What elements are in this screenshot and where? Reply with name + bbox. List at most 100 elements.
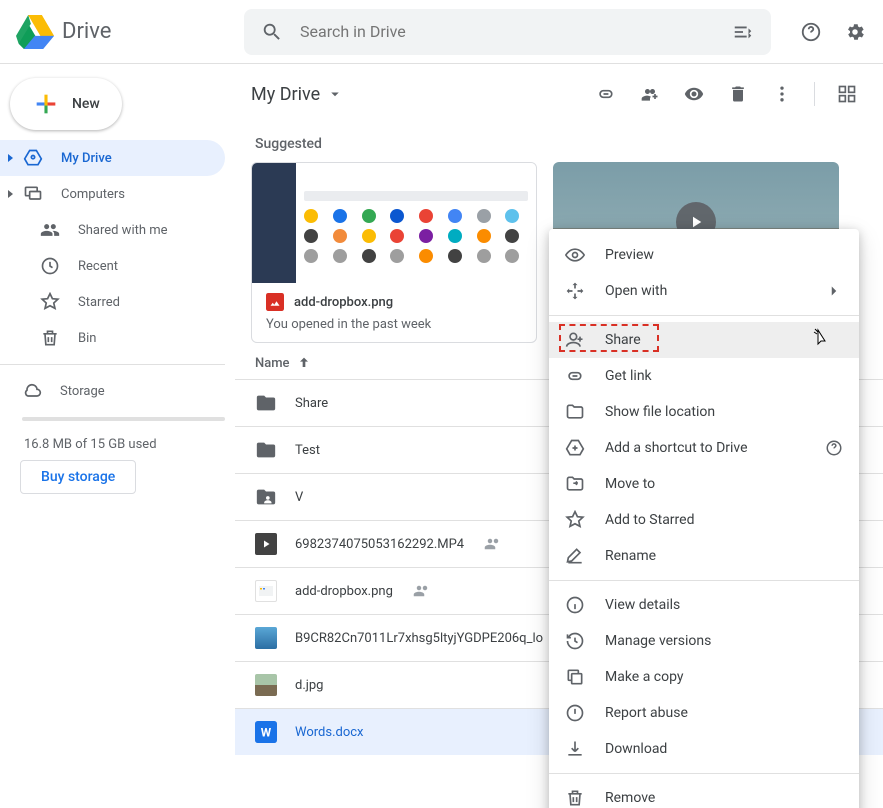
sidebar-item-label: Starred (78, 295, 120, 310)
clock-icon (40, 256, 60, 276)
file-type-icon (255, 486, 277, 508)
divider (0, 364, 225, 365)
drive-icon (23, 148, 43, 168)
folder-icon (565, 402, 585, 422)
ctx-item-label: Move to (605, 476, 655, 492)
breadcrumb-label: My Drive (251, 84, 320, 105)
expand-triangle-icon (8, 154, 13, 162)
ctx-item-open-with[interactable]: Open with (549, 273, 859, 309)
share-icon[interactable] (630, 74, 670, 114)
star-icon (40, 292, 60, 312)
ctx-item-label: Report abuse (605, 705, 688, 721)
ctx-item-download[interactable]: Download (549, 731, 859, 767)
file-name: B9CR82Cn7011Lr7xhsg5ltyjYGDPE206q_lo (295, 631, 543, 646)
separator (814, 82, 815, 106)
file-name: add-dropbox.png (295, 584, 393, 599)
drive-logo-icon (16, 13, 54, 51)
sidebar-item-recent[interactable]: Recent (0, 248, 225, 284)
file-name: 6982374075053162292.MP4 (295, 537, 464, 552)
ctx-item-view-details[interactable]: View details (549, 587, 859, 623)
ctx-item-share[interactable]: Share (549, 322, 859, 358)
ctx-item-report-abuse[interactable]: Report abuse (549, 695, 859, 731)
file-type-icon (255, 674, 277, 696)
ctx-item-label: Rename (605, 548, 656, 564)
info-icon (565, 595, 585, 615)
copy-icon (565, 667, 585, 687)
ctx-item-get-link[interactable]: Get link (549, 358, 859, 394)
context-menu: Preview Open with ShareGet linkShow file l… (549, 229, 859, 808)
shared-icon (484, 535, 502, 553)
sidebar-item-label: Recent (78, 259, 118, 274)
new-button[interactable]: New (10, 78, 122, 130)
trash-icon (40, 328, 60, 348)
more-icon[interactable] (762, 74, 802, 114)
link-icon (565, 366, 585, 386)
breadcrumb[interactable]: My Drive (251, 84, 344, 105)
history-icon (565, 631, 585, 651)
filter-icon[interactable] (723, 12, 763, 52)
ctx-item-add-to-starred[interactable]: Add to Starred (549, 502, 859, 538)
ctx-item-manage-versions[interactable]: Manage versions (549, 623, 859, 659)
move-icon (565, 474, 585, 494)
ctx-item-label: Download (605, 741, 667, 757)
sidebar-item-label: Bin (78, 331, 96, 346)
settings-icon[interactable] (835, 12, 875, 52)
search-icon[interactable] (252, 12, 292, 52)
plus-icon (32, 90, 60, 118)
file-type-icon: W (255, 721, 277, 743)
sidebar-item-label: Computers (61, 187, 125, 202)
menu-separator (549, 315, 859, 316)
ctx-item-label: Add to Starred (605, 512, 694, 528)
ctx-item-label: Preview (605, 247, 654, 263)
buy-storage-button[interactable]: Buy storage (20, 460, 136, 494)
file-type-icon (255, 627, 277, 649)
file-name: Test (295, 443, 320, 458)
people-icon (40, 220, 60, 240)
ctx-item-make-a-copy[interactable]: Make a copy (549, 659, 859, 695)
computers-icon (23, 184, 43, 204)
trash-icon (565, 788, 585, 808)
eye-icon (565, 245, 585, 265)
suggested-thumbnail (252, 163, 536, 283)
sidebar-item-storage[interactable]: Storage (0, 373, 225, 409)
file-type-icon (255, 580, 277, 602)
sidebar-item-bin[interactable]: Bin (0, 320, 225, 356)
app-name: Drive (62, 19, 111, 44)
get-link-icon[interactable] (586, 74, 626, 114)
download-icon (565, 739, 585, 759)
view-grid-icon[interactable] (827, 74, 867, 114)
storage-bar (22, 417, 225, 421)
ctx-item-rename[interactable]: Rename (549, 538, 859, 574)
menu-separator (549, 580, 859, 581)
ctx-item-label: Remove (605, 790, 655, 806)
help-icon (825, 439, 843, 457)
star-icon (565, 510, 585, 530)
sidebar-item-starred[interactable]: Starred (0, 284, 225, 320)
chevron-right-icon (825, 282, 843, 300)
sidebar-item-my-drive[interactable]: My Drive (0, 140, 225, 176)
list-header-name: Name (255, 356, 290, 371)
help-icon[interactable] (791, 12, 831, 52)
ctx-item-preview[interactable]: Preview (549, 237, 859, 273)
person-add-icon (565, 330, 585, 350)
preview-icon[interactable] (674, 74, 714, 114)
ctx-item-remove[interactable]: Remove (549, 780, 859, 808)
sidebar-item-shared-with-me[interactable]: Shared with me (0, 212, 225, 248)
file-type-icon (255, 392, 277, 414)
expand-triangle-icon (8, 190, 13, 198)
ctx-item-add-a-shortcut-to-drive[interactable]: Add a shortcut to Drive (549, 430, 859, 466)
ctx-item-show-file-location[interactable]: Show file location (549, 394, 859, 430)
search-input[interactable] (292, 22, 723, 41)
file-name: V (295, 490, 303, 505)
ctx-item-label: Open with (605, 283, 667, 299)
file-name: Words.docx (295, 725, 364, 740)
sidebar-item-label: My Drive (61, 151, 112, 166)
suggested-title: add-dropbox.png (294, 295, 393, 310)
sidebar-item-computers[interactable]: Computers (0, 176, 225, 212)
cursor-icon (813, 328, 831, 350)
ctx-item-move-to[interactable]: Move to (549, 466, 859, 502)
delete-icon[interactable] (718, 74, 758, 114)
ctx-item-label: Manage versions (605, 633, 711, 649)
suggested-card[interactable]: add-dropbox.png You opened in the past w… (251, 162, 537, 343)
search-box[interactable] (244, 9, 771, 55)
